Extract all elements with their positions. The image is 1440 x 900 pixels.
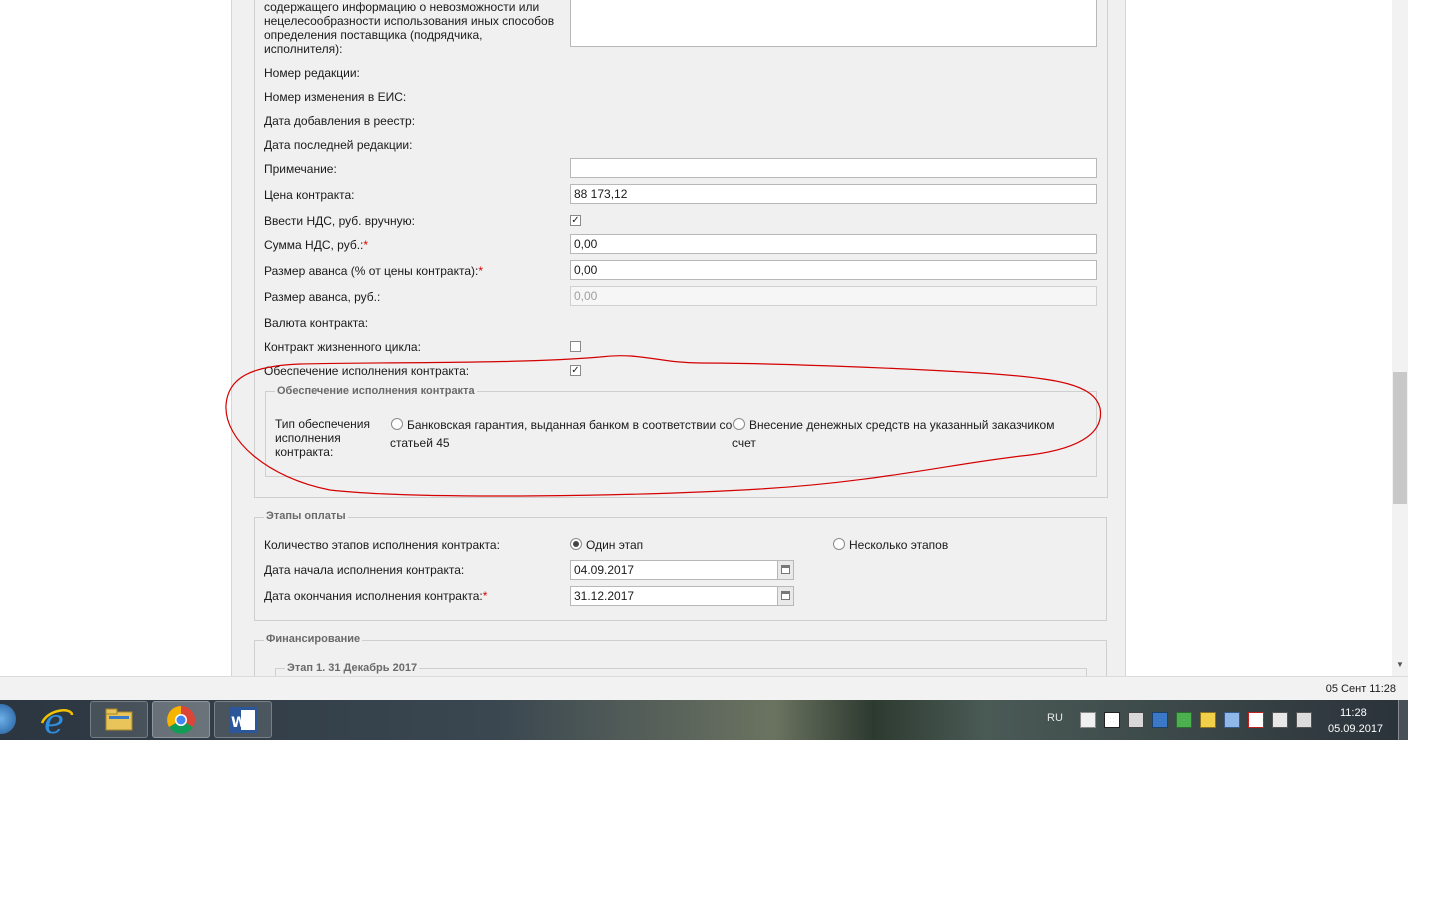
tray-security-icon[interactable] (1176, 712, 1192, 728)
folder-icon (105, 708, 133, 731)
browser-viewport: содержащего информацию о невозможности и… (0, 0, 1392, 676)
annotation-ellipse (225, 355, 1102, 497)
tray-app-icon[interactable] (1104, 712, 1120, 728)
internet-explorer-icon: e (40, 702, 74, 740)
screen: содержащего информацию о невозможности и… (0, 0, 1408, 740)
svg-text:W: W (231, 715, 246, 731)
windows-taskbar: e W RU 11:28 05.09.2017 (0, 700, 1408, 740)
tray-volume-muted-icon[interactable] (1296, 712, 1312, 728)
tray-keyboard-icon[interactable] (1128, 712, 1144, 728)
word-icon: W (229, 707, 257, 733)
chrome-icon (167, 706, 195, 734)
status-datetime: 05 Сент 11:28 (1325, 683, 1396, 695)
start-button-icon[interactable] (0, 704, 16, 734)
tray-update-icon[interactable] (1200, 712, 1216, 728)
tray-clock-time[interactable]: 11:28 (1340, 706, 1367, 720)
language-indicator[interactable]: RU (1047, 711, 1063, 725)
show-desktop-button[interactable] (1398, 700, 1408, 740)
explorer-taskbar-button[interactable] (90, 701, 148, 738)
status-bar: 05 Сент 11:28 (0, 676, 1408, 700)
svg-text:e: e (44, 702, 64, 738)
tray-connection-icon[interactable] (1272, 712, 1288, 728)
tray-flag-icon[interactable] (1080, 712, 1096, 728)
ie-taskbar-button[interactable]: e (38, 701, 78, 740)
tray-display-icon[interactable] (1224, 712, 1240, 728)
word-taskbar-button[interactable]: W (214, 701, 272, 738)
chrome-taskbar-button[interactable] (152, 701, 210, 738)
scrollbar-thumb[interactable] (1393, 372, 1407, 504)
tray-network-icon[interactable] (1152, 712, 1168, 728)
scroll-down-arrow-icon[interactable]: ▼ (1396, 660, 1404, 669)
vertical-scrollbar[interactable]: ▼ (1392, 0, 1408, 676)
tray-clock-date[interactable]: 05.09.2017 (1328, 722, 1383, 736)
tray-error-icon[interactable] (1248, 712, 1264, 728)
